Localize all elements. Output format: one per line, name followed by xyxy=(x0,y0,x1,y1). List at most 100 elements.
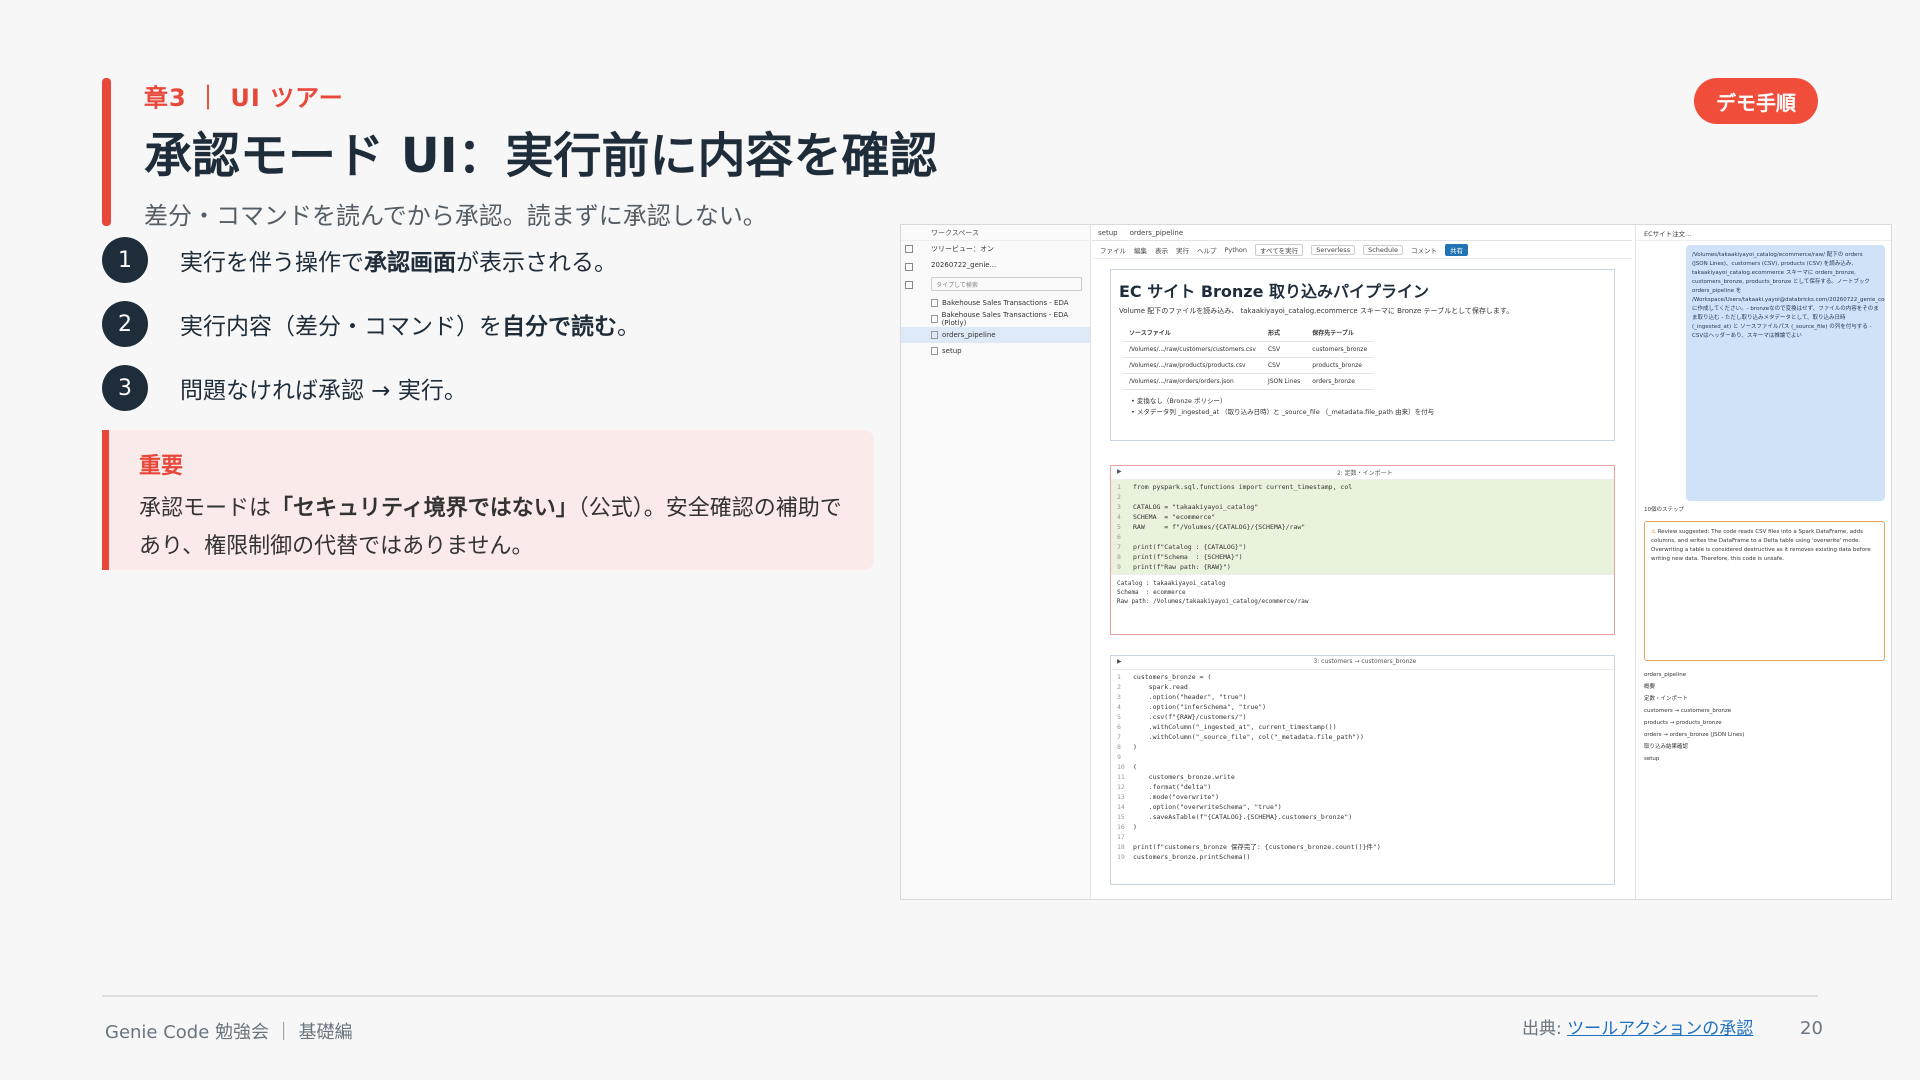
code-line: 1 customers_bronze = ( xyxy=(1117,673,1212,681)
code-line: 9 print(f"Raw path: {RAW}") xyxy=(1117,563,1231,571)
cell-output: Catalog : takaakiyayoi_catalog Schema : … xyxy=(1111,574,1614,610)
step-item: 2 実行内容（差分・コマンド）を自分で読む。 xyxy=(102,301,640,347)
footer-source: 出典: ツールアクションの承認 xyxy=(1522,1019,1754,1039)
slide-subtitle: 差分・コマンドを読んでから承認。読まずに承認しない。 xyxy=(144,202,767,230)
list-item[interactable]: customers → customers_bronze xyxy=(1644,705,1885,717)
notebook-toolbar: ファイル 編集 表示 実行 ヘルプ Python すべてを実行 Serverle… xyxy=(1092,241,1632,259)
list-item[interactable]: orders_pipeline xyxy=(1644,669,1885,681)
menu-file[interactable]: ファイル xyxy=(1100,245,1126,255)
table-row: /Volumes/.../raw/orders/orders.json JSON … xyxy=(1123,373,1374,390)
code-editor[interactable]: 1 customers_bronze = (2 spark.read 3 .opti… xyxy=(1111,670,1614,864)
code-line: 19 customers_bronze.printSchema() xyxy=(1117,853,1251,861)
page-number: 20 xyxy=(1800,1018,1823,1039)
accent-bar xyxy=(102,78,111,226)
list-item[interactable]: orders → orders_bronze (JSON Lines) xyxy=(1644,729,1885,741)
comment-button[interactable]: コメント xyxy=(1411,245,1437,255)
code-line: 4 .option("inferSchema", "true") xyxy=(1117,703,1267,711)
notebook-icon xyxy=(931,347,938,355)
chat-header: ECサイト注文... xyxy=(1636,225,1891,241)
compute-select[interactable]: Serverless xyxy=(1311,244,1356,255)
code-line: 2 xyxy=(1117,493,1121,501)
code-cell-constants[interactable]: ▶ 2: 定数・インポート 1 from pyspark.sql.functions… xyxy=(1110,465,1615,635)
language-select[interactable]: Python xyxy=(1225,246,1248,254)
asset-list: orders_pipeline 概要 定数・インポート customers → … xyxy=(1644,669,1885,765)
code-line: 2 spark.read xyxy=(1117,683,1188,691)
notebook-main: setup orders_pipeline ファイル 編集 表示 実行 ヘルプ … xyxy=(1092,225,1632,899)
warning-icon: ⚠ xyxy=(1651,529,1658,535)
footer-divider xyxy=(102,995,1818,997)
tab-setup[interactable]: setup xyxy=(1098,229,1118,237)
footer-title: Genie Code 勉強会 ｜ 基礎編 xyxy=(105,1022,353,1043)
share-button[interactable]: 共有 xyxy=(1444,243,1468,256)
code-cell-customers[interactable]: ▶ 3: customers → customers_bronze 1 custom… xyxy=(1110,655,1615,885)
callout-body: 承認モードは「セキュリティ境界ではない」（公式）。安全確認の補助であり、権限制御… xyxy=(139,496,842,559)
step-list: 1 実行を伴う操作で承認画面が表示される。 2 実行内容（差分・コマンド）を自分… xyxy=(102,237,640,430)
shapes-icon xyxy=(905,281,913,289)
menu-edit[interactable]: 編集 xyxy=(1134,245,1147,255)
menu-help[interactable]: ヘルプ xyxy=(1197,245,1217,255)
step-text: 実行を伴う操作で承認画面が表示される。 xyxy=(180,250,617,276)
source-link[interactable]: ツールアクションの承認 xyxy=(1567,1019,1753,1039)
demo-badge: デモ手順 xyxy=(1694,78,1818,124)
run-all-button[interactable]: すべてを実行 xyxy=(1255,243,1304,256)
genie-chat-panel: ECサイト注文... /Volumes/takaakiyayoi_catalog… xyxy=(1635,225,1891,899)
list-item[interactable]: products → products_bronze xyxy=(1644,717,1885,729)
workspace-header: ワークスペース xyxy=(901,225,1090,241)
cell-header: ▶ 3: customers → customers_bronze xyxy=(1111,656,1614,670)
file-item[interactable]: setup xyxy=(901,343,1090,359)
code-line: 5 .csv(f"{RAW}/customers/") xyxy=(1117,713,1247,721)
code-line: 7 .withColumn("_source_file", col("_meta… xyxy=(1117,733,1364,741)
code-line: 7 print(f"Catalog : {CATALOG}") xyxy=(1117,543,1247,551)
code-line: 15 .saveAsTable(f"{CATALOG}.{SCHEMA}.cus… xyxy=(1117,813,1353,821)
notebook-icon xyxy=(931,315,938,323)
code-line: 8) xyxy=(1117,743,1137,751)
code-line: 1 from pyspark.sql.functions import curre… xyxy=(1117,483,1353,491)
table-row: /Volumes/.../raw/customers/customers.csv… xyxy=(1123,341,1374,358)
notebook-icon xyxy=(931,299,938,307)
source-table: ソースファイル 形式 保存先テーブル /Volumes/.../raw/custom… xyxy=(1123,324,1374,390)
workspace-icon xyxy=(905,245,913,253)
code-line: 5 RAW = f"/Volumes/{CATALOG}/{SCHEMA}/raw… xyxy=(1117,523,1306,531)
notebook-icon xyxy=(931,331,938,339)
folder-icon xyxy=(905,263,913,271)
code-editor[interactable]: 1 from pyspark.sql.functions import curre… xyxy=(1111,480,1614,574)
code-line: 6 xyxy=(1117,533,1121,541)
list-item[interactable]: 概要 xyxy=(1644,681,1885,693)
markdown-cell: EC サイト Bronze 取り込みパイプライン Volume 配下のファイルを… xyxy=(1110,269,1615,441)
code-line: 9 xyxy=(1117,753,1121,761)
callout-heading: 重要 xyxy=(139,454,184,479)
step-item: 3 問題なければ承認 → 実行。 xyxy=(102,365,640,411)
file-item[interactable]: Bakehouse Sales Transactions - EDA (Plot… xyxy=(901,311,1090,327)
notebook-tabs: setup orders_pipeline xyxy=(1092,225,1632,241)
table-row: /Volumes/.../raw/products/products.csv CS… xyxy=(1123,357,1374,374)
file-item-selected[interactable]: orders_pipeline xyxy=(901,327,1090,343)
code-line: 16) xyxy=(1117,823,1137,831)
step-number: 3 xyxy=(102,365,148,411)
steps-summary[interactable]: 10個のステップ xyxy=(1636,501,1891,517)
file-item[interactable]: Bakehouse Sales Transactions - EDA xyxy=(901,295,1090,311)
menu-view[interactable]: 表示 xyxy=(1155,245,1168,255)
tab-orders-pipeline[interactable]: orders_pipeline xyxy=(1130,229,1184,237)
search-input[interactable]: タイプして検索 xyxy=(931,277,1082,291)
step-text: 問題なければ承認 → 実行。 xyxy=(180,378,467,404)
workspace-sidebar: ワークスペース ツリービュー：オン 20260722_genie... タイプし… xyxy=(901,225,1091,899)
menu-run[interactable]: 実行 xyxy=(1176,245,1189,255)
breadcrumb[interactable]: 20260722_genie... xyxy=(901,257,1090,273)
notebook-screenshot: ワークスペース ツリービュー：オン 20260722_genie... タイプし… xyxy=(900,224,1892,900)
cell-header: ▶ 2: 定数・インポート xyxy=(1111,466,1614,480)
list-item[interactable]: 定数・インポート xyxy=(1644,693,1885,705)
code-line: 14 .option("overwriteSchema", "true") xyxy=(1117,803,1282,811)
tree-view-toggle[interactable]: ツリービュー：オン xyxy=(901,241,1090,257)
code-line: 3 CATALOG = "takaakiyayoi_catalog" xyxy=(1117,503,1259,511)
step-item: 1 実行を伴う操作で承認画面が表示される。 xyxy=(102,237,640,283)
code-line: 13 .mode("overwrite") xyxy=(1117,793,1220,801)
user-message: /Volumes/takaakiyayoi_catalog/ecommerce/… xyxy=(1686,245,1885,501)
sidebar-icons xyxy=(905,245,915,299)
code-line: 11 customers_bronze.write xyxy=(1117,773,1235,781)
pipeline-title: EC サイト Bronze 取り込みパイプライン xyxy=(1119,282,1430,301)
list-item[interactable]: setup xyxy=(1644,753,1885,765)
schedule-button[interactable]: Schedule xyxy=(1363,244,1403,255)
list-item[interactable]: 取り込み結果確認 xyxy=(1644,741,1885,753)
code-line: 12 .format("delta") xyxy=(1117,783,1212,791)
code-line: 6 .withColumn("_ingested_at", current_ti… xyxy=(1117,723,1337,731)
